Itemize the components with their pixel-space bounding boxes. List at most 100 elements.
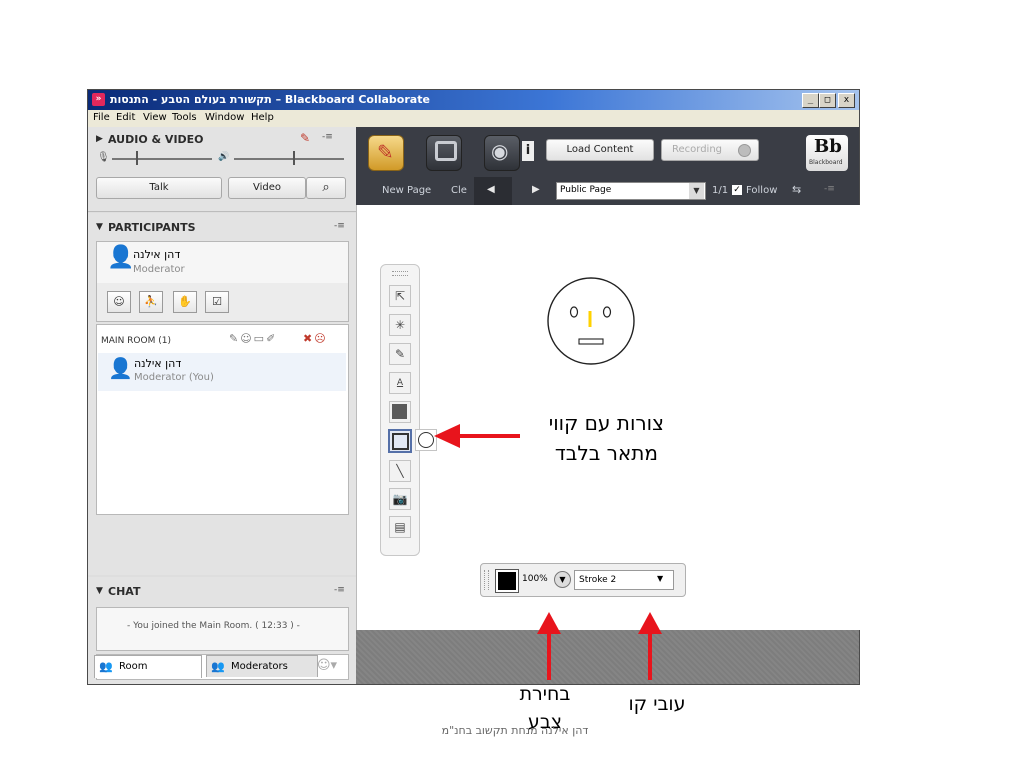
video-button[interactable]: Video [228, 177, 306, 199]
annotation-arrow-color-head [537, 612, 561, 634]
page-select[interactable]: Public Page ▼ [556, 182, 706, 200]
expand-arrow-icon[interactable]: ▶ [96, 134, 103, 144]
talk-button[interactable]: Talk [96, 177, 222, 199]
palette-grip[interactable] [392, 271, 408, 276]
follow-label: Follow [746, 185, 778, 196]
revoke-permission-icons[interactable]: ✖☹ [303, 332, 328, 345]
select-tool-icon[interactable]: ⇱ [389, 285, 411, 307]
tab-room-label: Room [119, 661, 148, 672]
prev-page-button[interactable]: ◀ [474, 177, 512, 205]
emoticon-picker-icon[interactable]: ☺▾ [317, 658, 337, 673]
mic-volume-thumb[interactable] [136, 151, 138, 165]
poll-check-icon[interactable]: ☑ [205, 291, 229, 313]
menu-file[interactable]: File [93, 112, 110, 123]
tab-moderators[interactable]: 👥 Moderators [206, 655, 318, 677]
next-page-button[interactable]: ▶ [532, 184, 540, 195]
participant-name: דהן אילנה [134, 357, 182, 370]
main-room-label: MAIN ROOM (1) [101, 336, 171, 346]
app-share-icon[interactable] [426, 135, 462, 171]
my-status-box: 👤 דהן אילנה Moderator [96, 241, 349, 285]
filled-shape-tool-icon[interactable] [389, 401, 411, 423]
pointer-tool-icon[interactable]: ✳ [389, 314, 411, 336]
menu-window[interactable]: Window [205, 112, 244, 123]
screen-capture-tool-icon[interactable]: 📷 [389, 488, 411, 510]
record-dot-icon [738, 144, 751, 157]
sync-view-icon[interactable]: ⇆ [792, 183, 801, 196]
panel-menu-icon[interactable]: -≡ [824, 184, 835, 194]
info-icon[interactable]: i [522, 141, 534, 161]
minimize-button[interactable]: _ [802, 93, 819, 108]
web-tour-icon[interactable]: ◉ [484, 135, 520, 171]
my-role: Moderator [133, 264, 185, 275]
step-away-icon[interactable]: ⛹ [139, 291, 163, 313]
menu-help[interactable]: Help [251, 112, 274, 123]
load-content-button[interactable]: Load Content [546, 139, 654, 161]
panel-menu-icon[interactable]: -≡ [334, 221, 345, 231]
tab-room[interactable]: 👥 Room [94, 655, 202, 678]
chevron-down-icon[interactable]: ▼ [689, 183, 704, 199]
chat-history: - You joined the Main Room. ( 12:33 ) - [96, 607, 349, 651]
annotation-stroke: עובי קו [628, 693, 686, 715]
panel-menu-icon[interactable]: -≡ [322, 132, 333, 142]
arrow-left-icon: ◀ [487, 184, 495, 195]
collapse-arrow-icon[interactable]: ▼ [96, 222, 103, 232]
page-select-value: Public Page [560, 185, 612, 195]
globe-glyph: ◉ [491, 139, 509, 163]
pen-tool-icon[interactable]: ✎ [389, 343, 411, 365]
new-page-button[interactable]: New Page [382, 185, 431, 196]
group-icon: 👥 [99, 660, 113, 673]
tab-moderators-label: Moderators [231, 661, 288, 672]
recording-button[interactable]: Recording [661, 139, 759, 161]
outline-rectangle-tool-icon[interactable] [388, 429, 412, 453]
left-panel: ▶ AUDIO & VIDEO ✎ -≡ 🎙 🔊 Talk Video ⌕ ▼ … [88, 127, 356, 684]
blackboard-logo: Bb Blackboard [806, 135, 848, 171]
mic-volume-track[interactable] [112, 158, 212, 160]
menu-edit[interactable]: Edit [116, 112, 135, 123]
maximize-button[interactable]: □ [819, 93, 836, 108]
properties-grip[interactable] [484, 570, 489, 590]
color-picker-button[interactable] [495, 569, 519, 593]
panel-menu-icon[interactable]: -≡ [334, 585, 345, 595]
collaborate-window: » תקשורת בעולם הטבע - התנסות – Blackboar… [87, 89, 860, 685]
stroke-select[interactable]: Stroke 2 ▼ [574, 570, 674, 590]
speaker-volume-track[interactable] [234, 158, 344, 160]
emoticon-icon[interactable]: ☺ [107, 291, 131, 313]
title-bar: » תקשורת בעולם הטבע - התנסות – Blackboar… [88, 90, 859, 110]
follow-checkbox[interactable]: ✓ [732, 185, 742, 195]
face-drawing [547, 277, 635, 365]
tools-icon[interactable]: ✎ [300, 131, 310, 145]
page-count: 1/1 [712, 185, 729, 196]
close-button[interactable]: x [838, 93, 855, 108]
menu-tools[interactable]: Tools [172, 112, 197, 123]
outline-circle-glyph [418, 432, 434, 448]
app-logo-icon: » [92, 93, 105, 106]
raise-hand-icon[interactable]: ✋ [173, 291, 197, 313]
speaker-icon: 🔊 [218, 152, 230, 162]
participant-actions: ☺ ⛹ ✋ ☑ [96, 283, 349, 322]
text-tool-icon[interactable]: A [389, 372, 411, 394]
annotation-shapes-line2: מתאר בלבד [554, 441, 658, 465]
permission-icons[interactable]: ✎☺▭✐ [229, 332, 277, 345]
clipart-tool-icon[interactable]: ▤ [389, 516, 411, 538]
camera-preview-icon[interactable]: ⌕ [306, 177, 346, 199]
menu-bar: File Edit View Tools Window Help [88, 110, 859, 127]
window-title: תקשורת בעולם הטבע - התנסות – Blackboard … [110, 93, 430, 106]
clear-button[interactable]: Cle [451, 185, 467, 196]
participant-row[interactable]: 👤 דהן אילנה Moderator (You) [98, 353, 346, 391]
collapse-arrow-icon[interactable]: ▼ [96, 586, 103, 596]
group-icon: 👥 [211, 660, 225, 673]
menu-view[interactable]: View [143, 112, 167, 123]
annotation-arrow-color-shaft [547, 630, 551, 680]
speaker-volume-thumb[interactable] [293, 151, 295, 165]
color-swatch [498, 572, 516, 590]
drawing-tools-palette: ⇱ ✳ ✎ A ╲ 📷 ▤ [380, 264, 437, 556]
bb-logo-sub: Blackboard [809, 159, 843, 166]
participants-list: MAIN ROOM (1) ✎☺▭✐ ✖☹ 👤 דהן אילנה Modera… [96, 324, 349, 515]
stroke-value: Stroke 2 [579, 575, 617, 585]
line-tool-icon[interactable]: ╲ [389, 460, 411, 482]
pen-icon: ✎ [377, 140, 394, 164]
whiteboard-icon[interactable]: ✎ [368, 135, 404, 171]
annotation-arrow-stroke-head [638, 612, 662, 634]
filled-square-glyph [392, 404, 407, 419]
opacity-dropdown-icon[interactable]: ▼ [554, 571, 571, 588]
